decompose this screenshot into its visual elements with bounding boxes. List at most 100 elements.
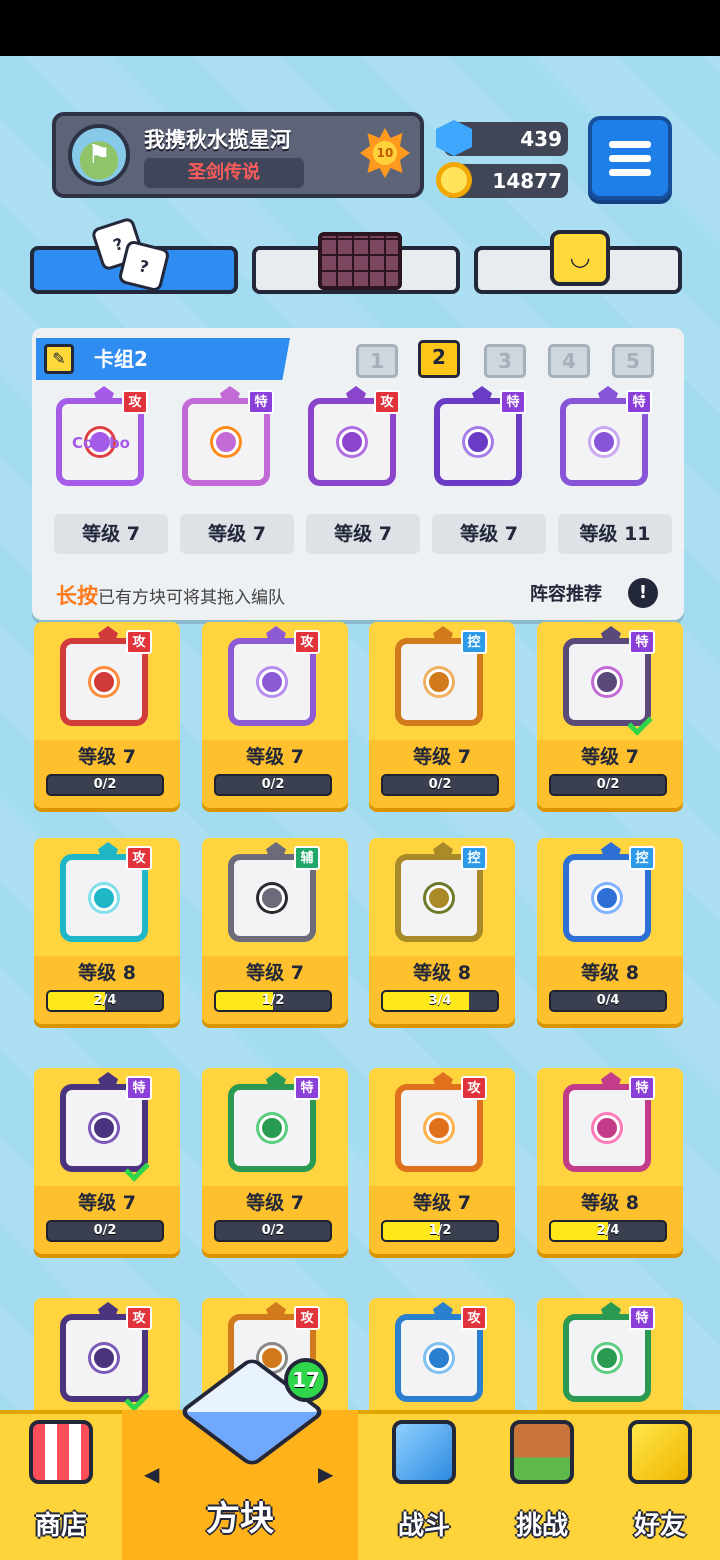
collection-card-14[interactable]: 攻	[389, 1306, 491, 1410]
collection-item[interactable]: 攻等级 7 0/2	[202, 622, 348, 808]
collection-item[interactable]: 控等级 7 0/2	[369, 622, 515, 808]
collection-card-5[interactable]: 辅	[222, 846, 324, 950]
upgrade-progress-bar: 2/4	[549, 1220, 667, 1242]
menu-button[interactable]	[588, 116, 672, 200]
arrow-right-icon[interactable]: ▶	[318, 1462, 333, 1486]
collection-card-1[interactable]: 攻	[222, 630, 324, 734]
deck.cards-card-3[interactable]: 特	[428, 390, 530, 494]
collection-card-15[interactable]: 特	[557, 1306, 659, 1410]
collection-card-10[interactable]: 攻	[389, 1076, 491, 1180]
nav-battle[interactable]: 战斗	[364, 1410, 484, 1560]
progress-text: 0/2	[93, 1223, 117, 1238]
cube-type-tag: 攻	[126, 1306, 152, 1330]
nav-challenge[interactable]: 挑战	[484, 1410, 600, 1560]
deck.cards-card-1[interactable]: 特	[176, 390, 278, 494]
deck-number-1[interactable]: 1	[356, 344, 398, 378]
cube-type-tag: 特	[626, 390, 652, 414]
collection-card-7[interactable]: 控	[557, 846, 659, 950]
status-bar	[0, 0, 720, 56]
profile-panel[interactable]: ⚑ 我携秋水揽星河 圣剑传说 10	[52, 112, 424, 198]
cube-type-tag: 攻	[461, 1306, 487, 1330]
cube-core-icon	[594, 669, 620, 695]
cube-type-tag: 攻	[122, 390, 148, 414]
cube-type-tag: 特	[500, 390, 526, 414]
deck-number-2[interactable]: 2	[418, 340, 460, 378]
collection-card-11[interactable]: 特	[557, 1076, 659, 1180]
cube-type-tag: 控	[461, 630, 487, 654]
collection-card-9[interactable]: 特	[222, 1076, 324, 1180]
cube-type-tag: 攻	[294, 1306, 320, 1330]
collection-level: 等级 7	[413, 1192, 471, 1214]
progress-text: 0/2	[428, 777, 452, 792]
nav-shop-label: 商店	[34, 1511, 87, 1541]
collection-item[interactable]: 特等级 7 0/2	[202, 1068, 348, 1254]
arrow-left-icon[interactable]: ◀	[144, 1462, 159, 1486]
cube-name-text: Combo	[72, 434, 130, 452]
nav-friends[interactable]: 好友	[600, 1410, 720, 1560]
progress-text: 2/4	[596, 1223, 620, 1238]
deck-card-level: 等级 7	[306, 514, 420, 554]
pencil-icon[interactable]: ✎	[44, 344, 74, 374]
cube-core-icon	[259, 885, 285, 911]
upgrade-progress-bar: 3/4	[381, 990, 499, 1012]
progress-text: 3/4	[428, 993, 452, 1008]
progress-text: 0/2	[596, 777, 620, 792]
shop-icon	[29, 1420, 93, 1484]
nav-shop[interactable]: 商店	[0, 1410, 122, 1560]
progress-text: 0/2	[261, 1223, 285, 1238]
upgrade-progress-bar: 0/2	[549, 774, 667, 796]
collection-item[interactable]: 控等级 8 0/4	[537, 838, 683, 1024]
deck-label[interactable]: 卡组2	[36, 338, 290, 380]
collection-item[interactable]: 辅等级 7 1/2	[202, 838, 348, 1024]
deck.cards-card-0[interactable]: 攻 Combo	[50, 390, 152, 494]
smile-cube-icon: ◡	[550, 230, 610, 286]
nav-battle-label: 战斗	[397, 1511, 450, 1541]
deck-number-3[interactable]: 3	[484, 344, 526, 378]
cube-core-icon	[91, 1345, 117, 1371]
collection-level: 等级 8	[581, 962, 639, 984]
cube-type-tag: 特	[629, 630, 655, 654]
cube-type-tag: 特	[126, 1076, 152, 1100]
cube-type-tag: 辅	[294, 846, 320, 870]
cube-type-tag: 攻	[126, 846, 152, 870]
cube-type-tag: 攻	[374, 390, 400, 414]
collection-item[interactable]: 特等级 7 0/2	[34, 1068, 180, 1254]
collection-item[interactable]: 攻等级 7 0/2	[34, 622, 180, 808]
friend-cube-icon	[628, 1420, 692, 1484]
deck.cards-card-2[interactable]: 攻	[302, 390, 404, 494]
collection-card-2[interactable]: 控	[389, 630, 491, 734]
hamburger-icon	[609, 140, 651, 148]
deck-number-4[interactable]: 4	[548, 344, 590, 378]
cube-count-badge: 17	[284, 1358, 328, 1402]
collection-card-4[interactable]: 攻	[54, 846, 156, 950]
upgrade-progress-bar: 0/2	[46, 1220, 164, 1242]
deck-number-5[interactable]: 5	[612, 344, 654, 378]
collection-level: 等级 8	[581, 1192, 639, 1214]
collection-level: 等级 7	[413, 746, 471, 768]
board-grid-icon	[318, 232, 402, 290]
cube-core-icon	[91, 885, 117, 911]
cube-type-tag: 特	[629, 1306, 655, 1330]
collection-card-0[interactable]: 攻	[54, 630, 156, 734]
collection-item[interactable]: 特等级 7 0/2	[537, 622, 683, 808]
collection-item[interactable]: 攻等级 7 1/2	[369, 1068, 515, 1254]
sword-shield-icon	[392, 1420, 456, 1484]
collection-item[interactable]: 攻等级 8 2/4	[34, 838, 180, 1024]
collection-item[interactable]: 控等级 8 3/4	[369, 838, 515, 1024]
collection-card-12[interactable]: 攻	[54, 1306, 156, 1412]
cube-core-icon	[426, 1115, 452, 1141]
collection-item[interactable]: 特等级 8 2/4	[537, 1068, 683, 1254]
info-icon[interactable]: !	[628, 578, 658, 608]
cube-core-icon	[426, 1345, 452, 1371]
collection-card-8[interactable]: 特	[54, 1076, 156, 1182]
lineup-recommend-link[interactable]: 阵容推荐	[530, 580, 602, 606]
deck-card-level: 等级 11	[558, 514, 672, 554]
collection-card-3[interactable]: 特	[557, 630, 659, 736]
collection-card-6[interactable]: 控	[389, 846, 491, 950]
cube-core-icon	[91, 669, 117, 695]
cube-type-tag: 攻	[461, 1076, 487, 1100]
deck.cards-card-4[interactable]: 特	[554, 390, 656, 494]
flag-avatar-icon[interactable]: ⚑	[68, 124, 130, 186]
cube-core-icon	[259, 669, 285, 695]
nav-cubes-label: 方块	[206, 1499, 274, 1539]
